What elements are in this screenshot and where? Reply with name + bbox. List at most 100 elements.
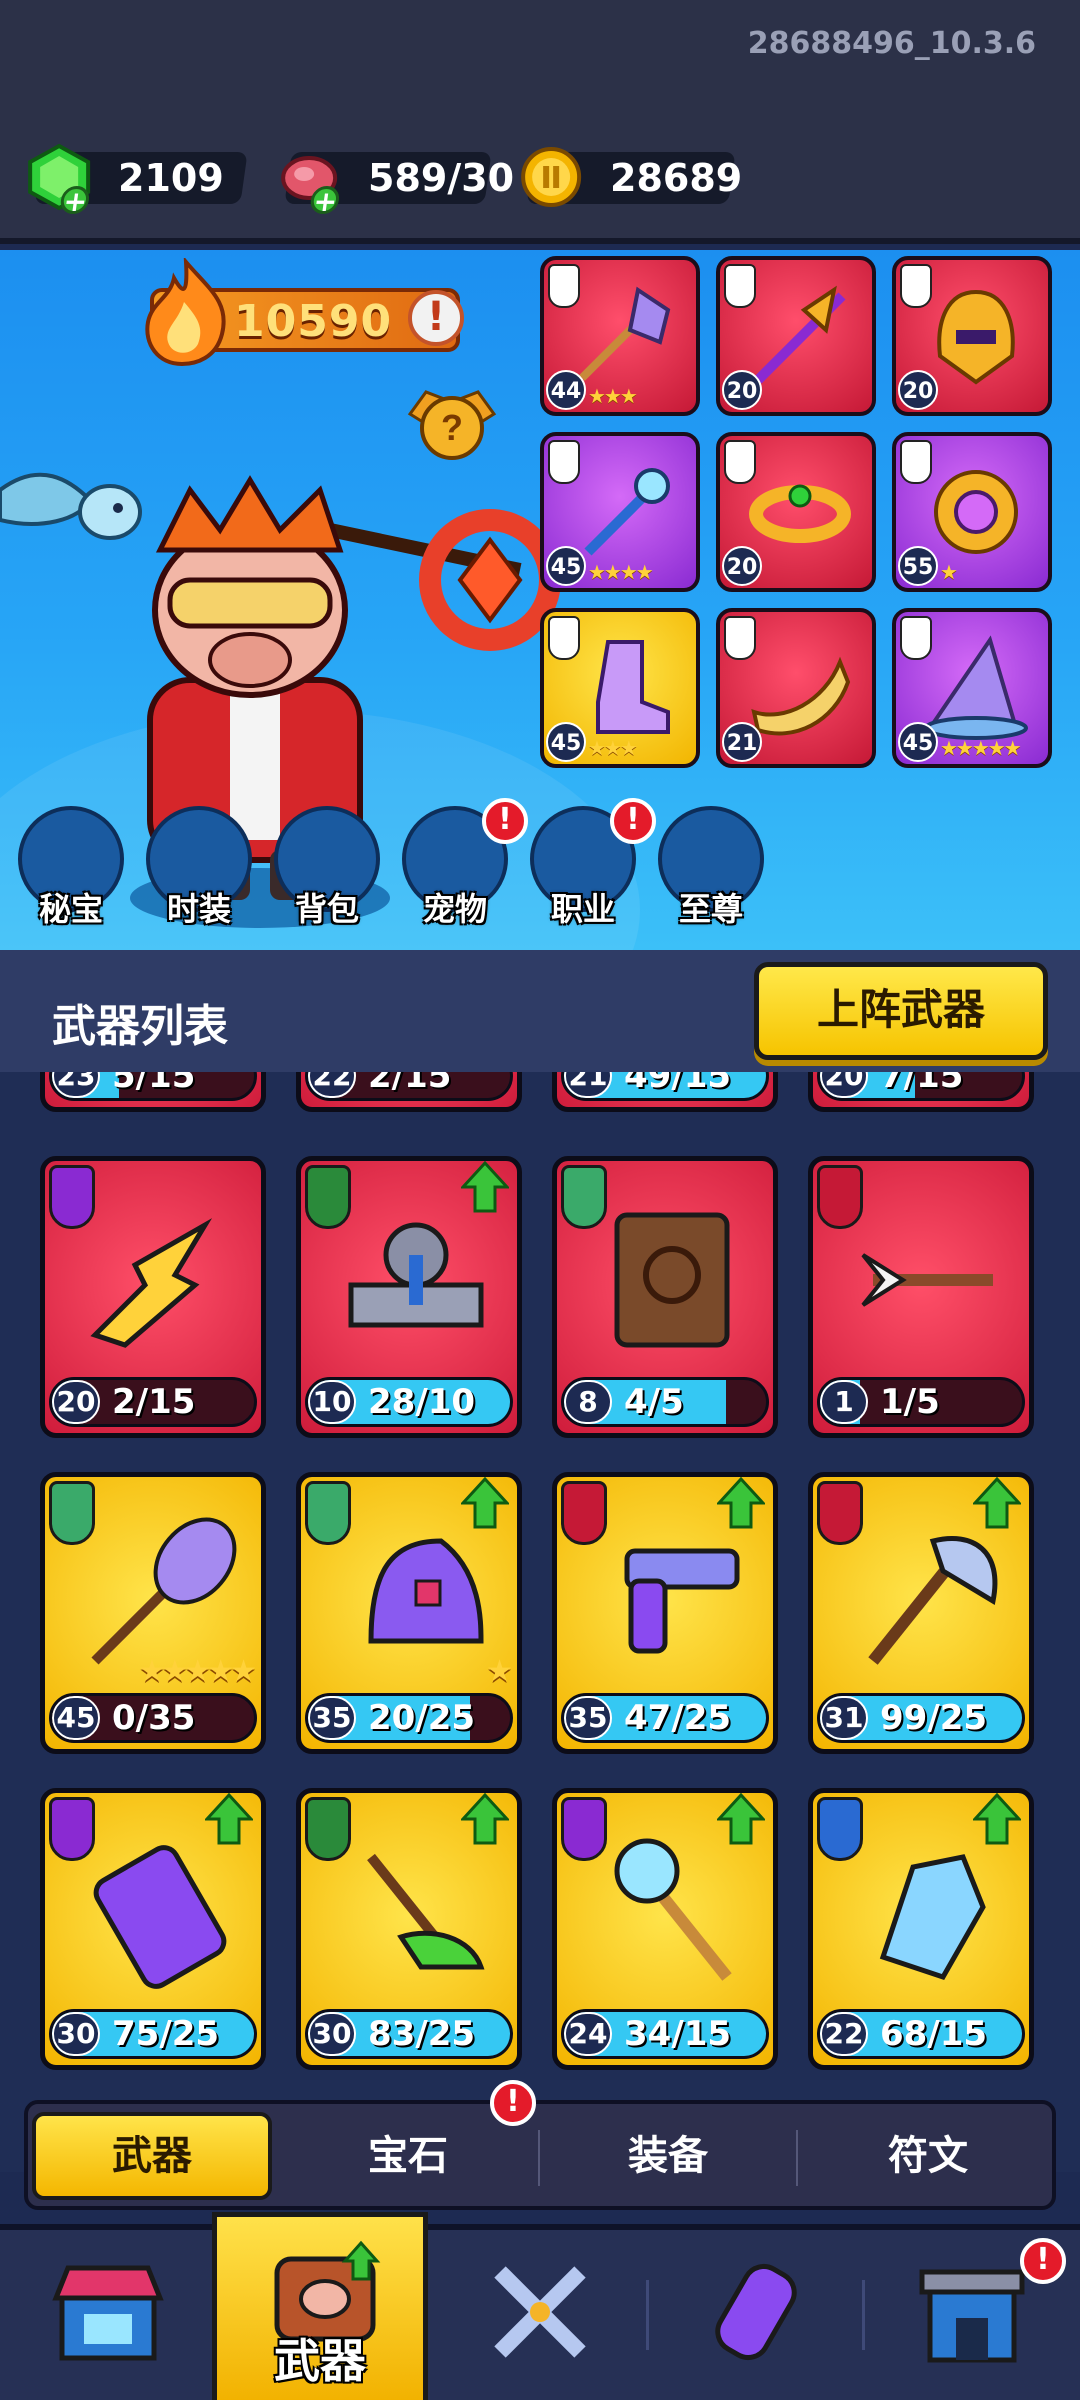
meat-value: 589/30 bbox=[368, 156, 515, 200]
shard-count: 5/15 bbox=[112, 1072, 196, 1096]
battery-weapon-icon bbox=[93, 1845, 227, 1989]
equip-level: 45 bbox=[898, 722, 938, 762]
power-info-button[interactable]: ! bbox=[408, 290, 464, 346]
equip-slot[interactable]: 20 bbox=[716, 256, 876, 416]
equip-slot[interactable]: 44 ★★★ bbox=[540, 256, 700, 416]
equip-stars: ★★★★ bbox=[588, 560, 654, 584]
menu-class[interactable]: 职业 ! bbox=[524, 798, 656, 928]
equip-stars: ★ bbox=[940, 560, 958, 584]
weapon-card[interactable]: 23 5/15 bbox=[40, 1072, 266, 1112]
coin-value: 28689 bbox=[610, 156, 743, 200]
power-value: 10590 bbox=[234, 296, 393, 347]
ice-wand-icon bbox=[584, 468, 670, 556]
equip-stars: ★★★ bbox=[588, 384, 638, 408]
equip-level: 55 bbox=[898, 546, 938, 586]
menu-pet[interactable]: 宠物 ! bbox=[396, 798, 528, 928]
equip-slot[interactable]: 55 ★ bbox=[892, 432, 1052, 592]
progress-bar: 31 99/25 bbox=[817, 1693, 1025, 1743]
nav-scroll[interactable] bbox=[648, 2230, 864, 2400]
ice-crystal-icon bbox=[879, 1854, 986, 1981]
progress-bar: 21 49/15 bbox=[561, 1072, 769, 1101]
menu-supreme[interactable]: 至尊 bbox=[652, 806, 770, 928]
crystal-staff-icon bbox=[579, 286, 671, 381]
purple-scroll-icon bbox=[715, 2263, 797, 2361]
progress-bar: 45 0/35 bbox=[49, 1693, 257, 1743]
equip-level: 21 bbox=[722, 722, 762, 762]
deploy-weapon-button[interactable]: 上阵武器 bbox=[754, 962, 1048, 1060]
weapon-level: 10 bbox=[308, 1380, 356, 1424]
weapon-level: 22 bbox=[820, 2012, 868, 2056]
tab-divider bbox=[538, 2130, 540, 2186]
progress-bar: 8 4/5 bbox=[561, 1377, 769, 1427]
menu-label: 职业 bbox=[550, 890, 615, 928]
top-bar: 28688496_10.3.6 + 2109 + 589/30 28689 bbox=[0, 0, 1080, 244]
coin-counter[interactable]: 28689 bbox=[521, 147, 742, 207]
progress-bar: 10 28/10 bbox=[305, 1377, 513, 1427]
shard-count: 4/5 bbox=[624, 1382, 684, 1422]
golden-helmet-icon bbox=[937, 289, 1015, 385]
weapon-card[interactable]: 30 75/25 bbox=[40, 1788, 266, 2070]
progress-bar: 30 75/25 bbox=[49, 2009, 257, 2059]
weapon-card[interactable]: 35 47/25 bbox=[552, 1472, 778, 1754]
weapon-card[interactable]: 21 49/15 bbox=[552, 1072, 778, 1112]
weapon-level: 24 bbox=[564, 2012, 612, 2056]
equip-slot[interactable]: 45 ★★★★★ bbox=[892, 608, 1052, 768]
nav-shop[interactable] bbox=[0, 2230, 216, 2400]
equip-level: 20 bbox=[898, 370, 938, 410]
menu-treasure[interactable]: 秘宝 bbox=[12, 806, 130, 928]
shard-count: 20/25 bbox=[368, 1698, 476, 1738]
equip-slot[interactable]: 20 bbox=[716, 432, 876, 592]
weapon-card[interactable]: 10 28/10 bbox=[296, 1156, 522, 1438]
tab-rune[interactable]: 符文 bbox=[808, 2112, 1048, 2200]
nav-weapon[interactable]: 武器 bbox=[212, 2212, 428, 2400]
weapon-list-header: 武器列表 上阵武器 bbox=[0, 950, 1080, 1072]
weapon-grid[interactable]: 23 5/15 22 2/15 21 49/15 20 7/15 20 2/15 10 28… bbox=[0, 1072, 1080, 2172]
weapon-card[interactable]: 1 1/5 bbox=[808, 1156, 1034, 1438]
weapon-level: 20 bbox=[52, 1380, 100, 1424]
tab-gem[interactable]: 宝石 bbox=[288, 2112, 528, 2200]
weapon-card[interactable]: ★ 35 20/25 bbox=[296, 1472, 522, 1754]
weapon-card[interactable]: ★★★★★ 45 0/35 bbox=[40, 1472, 266, 1754]
meat-counter[interactable]: + 589/30 bbox=[281, 152, 514, 218]
equip-slot[interactable]: 20 bbox=[892, 256, 1052, 416]
weapon-level: 30 bbox=[52, 2012, 100, 2056]
weapon-card[interactable]: 22 68/15 bbox=[808, 1788, 1034, 2070]
nav-battle[interactable] bbox=[432, 2230, 648, 2400]
shard-count: 83/25 bbox=[368, 2014, 476, 2054]
shop-icon bbox=[52, 2265, 164, 2361]
boots-icon bbox=[596, 640, 670, 734]
progress-bar: 22 2/15 bbox=[305, 1072, 513, 1101]
progress-bar: 30 83/25 bbox=[305, 2009, 513, 2059]
weapon-stars: ★★★★★ bbox=[138, 1654, 258, 1689]
weapon-card[interactable]: 22 2/15 bbox=[296, 1072, 522, 1112]
weapon-card[interactable]: 20 2/15 bbox=[40, 1156, 266, 1438]
dragon-spear-icon bbox=[754, 285, 846, 384]
inventory-sub-tabs: 武器 宝石 ! 装备 符文 bbox=[24, 2080, 1056, 2210]
equip-level: 20 bbox=[722, 546, 762, 586]
weapon-card[interactable]: 31 99/25 bbox=[808, 1472, 1034, 1754]
equip-slot[interactable]: 21 bbox=[716, 608, 876, 768]
weapon-card[interactable]: 8 4/5 bbox=[552, 1156, 778, 1438]
menu-backpack[interactable]: 背包 bbox=[268, 806, 386, 928]
tab-weapon[interactable]: 武器 bbox=[32, 2112, 272, 2200]
shard-count: 49/15 bbox=[624, 1072, 732, 1096]
class-alert-icon: ! bbox=[610, 798, 656, 844]
gem-value: 2109 bbox=[118, 156, 224, 200]
tab-divider bbox=[796, 2130, 798, 2186]
weapon-card[interactable]: 20 7/15 bbox=[808, 1072, 1034, 1112]
equip-slot[interactable]: 45 ★★★ bbox=[540, 608, 700, 768]
weapon-level: 31 bbox=[820, 1696, 868, 1740]
equip-stars: ★★★★★ bbox=[940, 736, 1022, 760]
weapon-level: 1 bbox=[820, 1380, 868, 1424]
axe-icon bbox=[868, 1536, 998, 1665]
menu-costume[interactable]: 时装 bbox=[140, 806, 258, 928]
weapon-card[interactable]: 24 34/15 bbox=[552, 1788, 778, 2070]
weapon-level: 45 bbox=[52, 1696, 100, 1740]
equip-slot[interactable]: 45 ★★★★ bbox=[540, 432, 700, 592]
weapon-card[interactable]: 30 83/25 bbox=[296, 1788, 522, 2070]
equip-level: 45 bbox=[546, 722, 586, 762]
pet-dragon bbox=[0, 472, 142, 540]
tab-equipment[interactable]: 装备 bbox=[548, 2112, 788, 2200]
equip-level: 20 bbox=[722, 370, 762, 410]
gem-counter[interactable]: + 2109 bbox=[28, 143, 248, 218]
